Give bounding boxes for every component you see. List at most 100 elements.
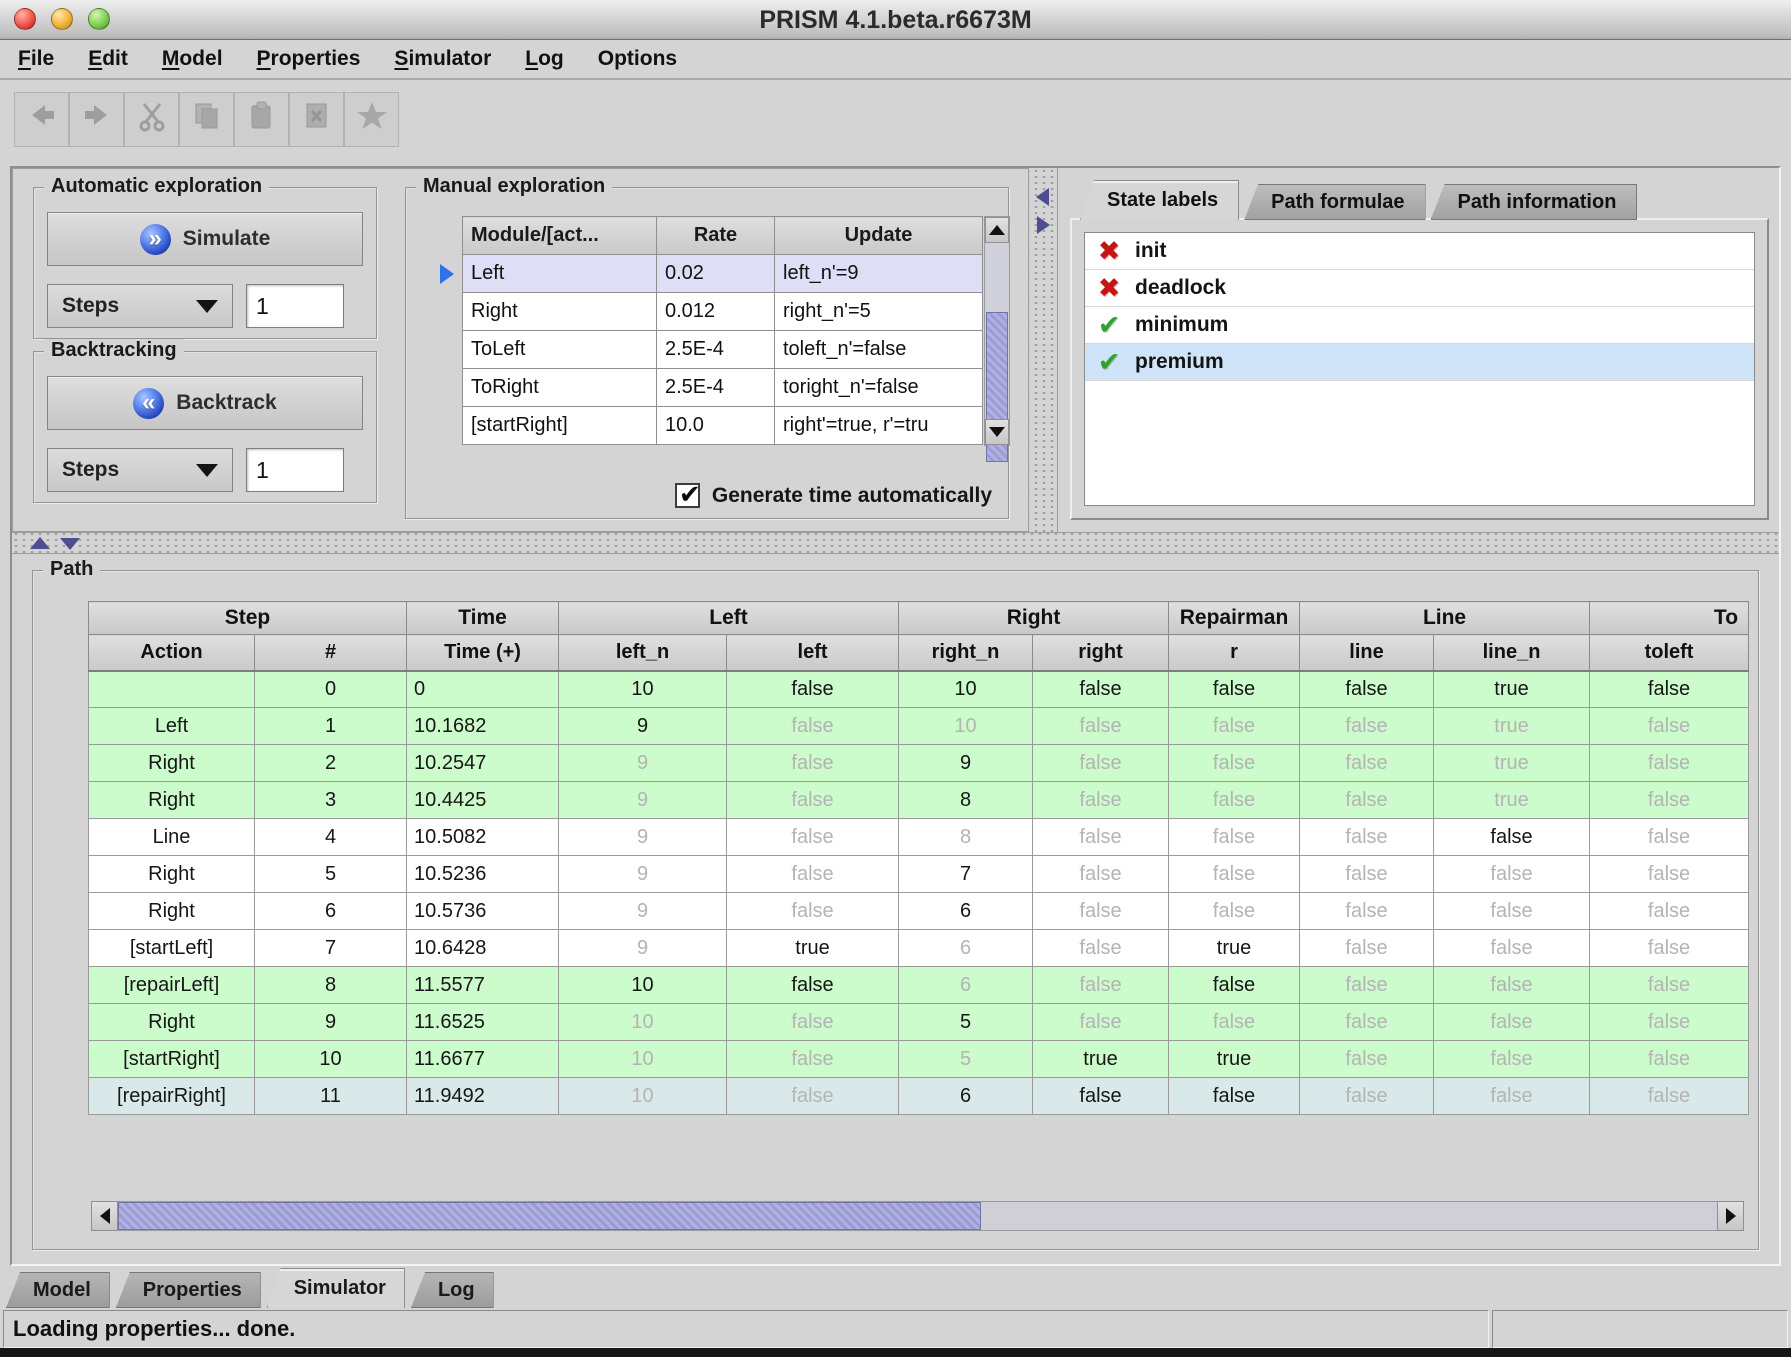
path-cell[interactable]: 7: [899, 856, 1033, 893]
transition-cell[interactable]: 10.0: [657, 407, 775, 445]
transition-cell[interactable]: Right: [463, 293, 657, 331]
path-cell[interactable]: 9: [559, 708, 727, 745]
path-cell[interactable]: 0: [407, 671, 559, 708]
path-cell[interactable]: 6: [899, 967, 1033, 1004]
path-cell[interactable]: 7: [255, 930, 407, 967]
path-cell[interactable]: Left: [89, 708, 255, 745]
path-cell[interactable]: false: [727, 967, 899, 1004]
path-cell[interactable]: Right: [89, 893, 255, 930]
path-cell[interactable]: false: [1033, 782, 1169, 819]
scroll-up-icon[interactable]: [985, 217, 1009, 243]
vertical-splitter[interactable]: [1028, 168, 1058, 532]
main-tab-log[interactable]: Log: [411, 1272, 494, 1308]
tab-state-labels[interactable]: State labels: [1080, 180, 1239, 220]
path-col-header[interactable]: line_n: [1434, 635, 1590, 671]
transition-cell[interactable]: Left: [463, 255, 657, 293]
path-col-header[interactable]: right_n: [899, 635, 1033, 671]
path-cell[interactable]: [startLeft]: [89, 930, 255, 967]
path-cell[interactable]: 10: [899, 671, 1033, 708]
path-cell[interactable]: 8: [255, 967, 407, 1004]
backtrack-button[interactable]: « Backtrack: [47, 376, 363, 430]
collapse-right-icon[interactable]: [1037, 216, 1050, 234]
path-cell[interactable]: 10.5736: [407, 893, 559, 930]
path-cell[interactable]: 11.5577: [407, 967, 559, 1004]
scroll-left-icon[interactable]: [91, 1201, 118, 1231]
path-cell[interactable]: false: [1590, 745, 1749, 782]
path-cell[interactable]: 6: [899, 930, 1033, 967]
path-cell[interactable]: 5: [255, 856, 407, 893]
transition-cell[interactable]: [startRight]: [463, 407, 657, 445]
path-cell[interactable]: false: [727, 1004, 899, 1041]
path-cell[interactable]: true: [1434, 708, 1590, 745]
path-cell[interactable]: Right: [89, 745, 255, 782]
path-cell[interactable]: 1: [255, 708, 407, 745]
path-cell[interactable]: 9: [899, 745, 1033, 782]
star-button[interactable]: [344, 92, 399, 147]
path-cell[interactable]: 6: [255, 893, 407, 930]
path-cell[interactable]: 11.6677: [407, 1041, 559, 1078]
menu-file[interactable]: File: [18, 47, 54, 71]
transition-cell[interactable]: 0.012: [657, 293, 775, 331]
paste-button[interactable]: [234, 92, 289, 147]
path-col-header[interactable]: #: [255, 635, 407, 671]
path-cell[interactable]: false: [1033, 671, 1169, 708]
path-cell[interactable]: false: [1590, 819, 1749, 856]
path-cell[interactable]: false: [1300, 1078, 1434, 1115]
path-cell[interactable]: false: [1300, 708, 1434, 745]
path-cell[interactable]: false: [1590, 930, 1749, 967]
copy-button[interactable]: [179, 92, 234, 147]
path-cell[interactable]: 10: [559, 1041, 727, 1078]
main-tab-model[interactable]: Model: [6, 1272, 110, 1308]
path-cell[interactable]: 10.1682: [407, 708, 559, 745]
path-cell[interactable]: 9: [559, 930, 727, 967]
back-button[interactable]: [14, 92, 69, 147]
path-cell[interactable]: 10.5082: [407, 819, 559, 856]
transition-cell[interactable]: ToRight: [463, 369, 657, 407]
simulate-steps-dropdown[interactable]: Steps: [47, 284, 233, 328]
transition-cell[interactable]: toleft_n'=false: [775, 331, 983, 369]
transition-cell[interactable]: ToLeft: [463, 331, 657, 369]
path-cell[interactable]: false: [1033, 745, 1169, 782]
path-cell[interactable]: 5: [899, 1041, 1033, 1078]
manual-col-header[interactable]: Module/[act...: [463, 217, 657, 255]
menu-options[interactable]: Options: [598, 47, 677, 71]
path-cell[interactable]: false: [727, 671, 899, 708]
path-col-header[interactable]: line: [1300, 635, 1434, 671]
transition-cell[interactable]: 0.02: [657, 255, 775, 293]
path-cell[interactable]: 8: [899, 819, 1033, 856]
manual-col-header[interactable]: Update: [775, 217, 983, 255]
path-cell[interactable]: 9: [559, 893, 727, 930]
path-cell[interactable]: 10: [559, 1004, 727, 1041]
path-cell[interactable]: false: [1434, 819, 1590, 856]
cut-button[interactable]: [124, 92, 179, 147]
path-cell[interactable]: false: [1169, 819, 1300, 856]
collapse-down-icon[interactable]: [60, 538, 80, 550]
path-cell[interactable]: 11.9492: [407, 1078, 559, 1115]
delete-button[interactable]: [289, 92, 344, 147]
path-cell[interactable]: false: [1169, 745, 1300, 782]
scroll-down-icon[interactable]: [985, 419, 1009, 445]
path-cell[interactable]: true: [1434, 782, 1590, 819]
path-cell[interactable]: false: [1590, 967, 1749, 1004]
path-cell[interactable]: false: [727, 1041, 899, 1078]
transition-cell[interactable]: right_n'=5: [775, 293, 983, 331]
scrollbar-track[interactable]: [118, 1201, 1717, 1231]
path-cell[interactable]: false: [1590, 1004, 1749, 1041]
manual-col-header[interactable]: Rate: [657, 217, 775, 255]
menu-model[interactable]: Model: [162, 47, 223, 71]
path-cell[interactable]: false: [1434, 967, 1590, 1004]
path-cell[interactable]: 9: [559, 745, 727, 782]
path-cell[interactable]: 6: [899, 1078, 1033, 1115]
path-cell[interactable]: false: [1434, 856, 1590, 893]
path-cell[interactable]: Right: [89, 782, 255, 819]
manual-table-scrollbar[interactable]: [984, 216, 1010, 446]
path-cell[interactable]: [89, 671, 255, 708]
path-cell[interactable]: false: [1169, 967, 1300, 1004]
state-label-deadlock[interactable]: deadlock: [1085, 270, 1754, 307]
scroll-right-icon[interactable]: [1717, 1201, 1744, 1231]
path-cell[interactable]: true: [727, 930, 899, 967]
backtrack-steps-dropdown[interactable]: Steps: [47, 448, 233, 492]
transition-cell[interactable]: right'=true, r'=tru: [775, 407, 983, 445]
path-cell[interactable]: false: [1169, 671, 1300, 708]
path-cell[interactable]: 2: [255, 745, 407, 782]
